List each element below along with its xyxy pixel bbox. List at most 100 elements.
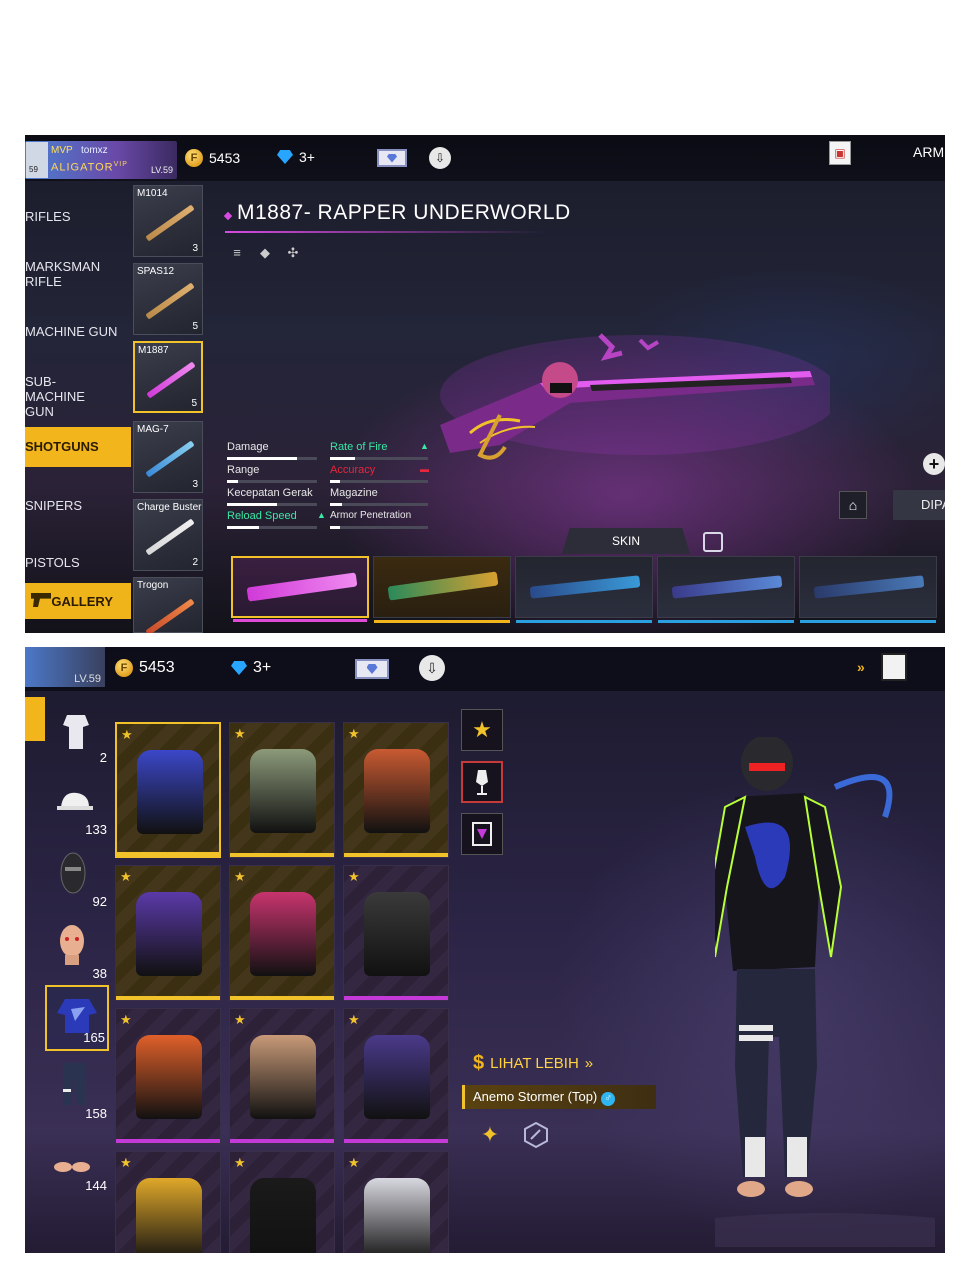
membership-card-icon[interactable]	[355, 659, 389, 679]
category-headwear[interactable]: 133	[45, 775, 109, 841]
skin-rarity-bar	[374, 620, 510, 623]
category-snipers[interactable]: SNIPERS	[25, 498, 131, 513]
outfit-item-image	[136, 892, 202, 976]
attribute-bullet-icon[interactable]: ◆	[257, 245, 273, 261]
outfit-item-tile[interactable]: ★	[343, 722, 449, 858]
home-icon[interactable]: ⌂	[839, 491, 867, 519]
diamond-counter[interactable]: 3+	[277, 149, 315, 165]
category-face[interactable]: 38	[45, 919, 109, 985]
category-shoes[interactable]: 144	[45, 1131, 109, 1197]
event-icon[interactable]: ▣	[829, 141, 851, 165]
outfit-item-tile[interactable]: ★	[115, 1151, 221, 1253]
gold-counter[interactable]: F 5453	[115, 659, 175, 677]
stat-armor-penetration-fill	[330, 526, 340, 529]
stat-range-bar	[227, 480, 317, 483]
category-pants[interactable]: 158	[45, 1059, 109, 1125]
diamond-icon	[277, 150, 293, 164]
diamond-icon	[231, 661, 247, 675]
category-sub-machine-gun[interactable]: SUB-MACHINE GUN	[25, 374, 111, 419]
guild-name: ALIGATORVIP	[51, 161, 128, 174]
stat-up-arrow-icon: ▲	[420, 441, 429, 451]
category-pistols[interactable]: PISTOLS	[25, 555, 131, 570]
skin-slot[interactable]	[799, 556, 937, 623]
diamond-amount: 3+	[299, 149, 315, 165]
category-top[interactable]: 165	[45, 985, 109, 1051]
weapon-card-trogon[interactable]: Trogon	[133, 577, 203, 633]
weapon-card-m1887[interactable]: M1887 5	[133, 341, 203, 413]
skin-slot[interactable]	[657, 556, 795, 623]
weapon-card-charge-buster[interactable]: Charge Buster 2	[133, 499, 203, 571]
category-shotguns[interactable]: SHOTGUNS	[25, 427, 131, 467]
top-icon	[57, 999, 97, 1033]
zoom-plus-icon[interactable]: +	[923, 453, 945, 475]
outfit-item-tile[interactable]: ★	[229, 865, 335, 1001]
category-marksman-rifle[interactable]: MARKSMAN RIFLE	[25, 259, 105, 289]
download-icon[interactable]: ⇩	[419, 655, 445, 681]
weapon-thumbnail	[146, 361, 196, 399]
skin-tab[interactable]: SKIN	[562, 528, 690, 554]
gallery-button[interactable]: GALLERY	[25, 583, 131, 619]
outfit-item-tile[interactable]: ★	[115, 1008, 221, 1144]
skin-slot[interactable]	[515, 556, 653, 623]
weapon-skin-count: 5	[192, 321, 198, 332]
double-chevron-icon: »	[584, 1055, 594, 1072]
skin-search-icon[interactable]	[703, 532, 723, 552]
showcase-filter-button[interactable]	[461, 813, 503, 855]
attribute-scope-icon[interactable]: ✣	[285, 245, 301, 261]
favorite-filter-button[interactable]: ★	[461, 709, 503, 751]
weapon-card-mag7[interactable]: MAG-7 3	[133, 421, 203, 493]
stat-damage-label: Damage	[227, 441, 269, 453]
gallery-label: GALLERY	[51, 593, 113, 609]
attribute-hex-icon[interactable]	[521, 1120, 551, 1150]
weapon-name: SPAS12	[137, 266, 175, 277]
outfit-item-tile[interactable]: ★	[229, 722, 335, 858]
cap-icon	[57, 792, 93, 810]
stat-up-arrow-icon: ▲	[317, 510, 326, 520]
expand-arrows-icon[interactable]: »	[857, 659, 865, 675]
see-more-link[interactable]: $ LIHAT LEBIH »	[473, 1052, 593, 1075]
outfit-item-image	[250, 892, 316, 976]
category-mask[interactable]: 92	[45, 847, 109, 913]
mannequin-filter-button[interactable]	[461, 761, 503, 803]
player-level-badge[interactable]: LV.59	[25, 647, 105, 687]
category-outfit-set[interactable]: 2	[45, 703, 109, 769]
stat-rate-of-fire-bar	[330, 457, 428, 460]
diamond-counter[interactable]: 3+	[231, 659, 271, 677]
skin-thumbnail	[387, 571, 499, 601]
download-icon[interactable]: ⇩	[429, 147, 451, 169]
stat-reload-speed-bar	[227, 526, 317, 529]
weapon-name: Trogon	[137, 580, 169, 591]
outfit-item-tile[interactable]: ★	[343, 1151, 449, 1253]
skin-slot[interactable]	[231, 556, 369, 622]
outfit-item-tile[interactable]: ★	[115, 722, 221, 858]
outfit-item-image	[250, 749, 316, 833]
weapon-thumbnail	[145, 518, 195, 556]
weapon-card-spas12[interactable]: SPAS12 5	[133, 263, 203, 335]
skin-thumbnail	[246, 572, 358, 602]
weapon-thumbnail	[145, 204, 195, 242]
category-rifles[interactable]: RIFLES	[25, 209, 131, 224]
stat-magazine-bar	[330, 503, 428, 506]
weapon-card-m1014[interactable]: M1014 3	[133, 185, 203, 257]
stat-range-label: Range	[227, 464, 260, 476]
skin-slot[interactable]	[373, 556, 511, 623]
sparkle-badge-icon[interactable]: ✦	[475, 1120, 505, 1150]
outfit-item-tile[interactable]: ★	[115, 865, 221, 1001]
equip-button[interactable]: DIPA	[893, 490, 945, 520]
item-name-bar[interactable]: Anemo Stormer (Top) ♂	[462, 1085, 656, 1109]
character-switch-icon[interactable]	[881, 653, 907, 681]
armory-tab[interactable]: ARM	[913, 144, 944, 160]
wardrobe-tab-indicator[interactable]	[25, 697, 45, 741]
gold-counter[interactable]: F 5453	[185, 149, 240, 167]
category-machine-gun[interactable]: MACHINE GUN	[25, 324, 131, 339]
outfit-item-tile[interactable]: ★	[229, 1151, 335, 1253]
stat-movement-speed-fill	[227, 503, 277, 506]
rarity-bar	[116, 1139, 220, 1143]
outfit-item-tile[interactable]: ★	[343, 1008, 449, 1144]
hexagon-icon	[524, 1121, 548, 1149]
attribute-stack-icon[interactable]: ≡	[229, 245, 245, 261]
membership-card-icon[interactable]	[377, 149, 407, 167]
player-card[interactable]: 59 MVP tomxz ALIGATORVIP LV.59	[25, 141, 177, 179]
outfit-item-tile[interactable]: ★	[229, 1008, 335, 1144]
outfit-item-tile[interactable]: ★	[343, 865, 449, 1001]
